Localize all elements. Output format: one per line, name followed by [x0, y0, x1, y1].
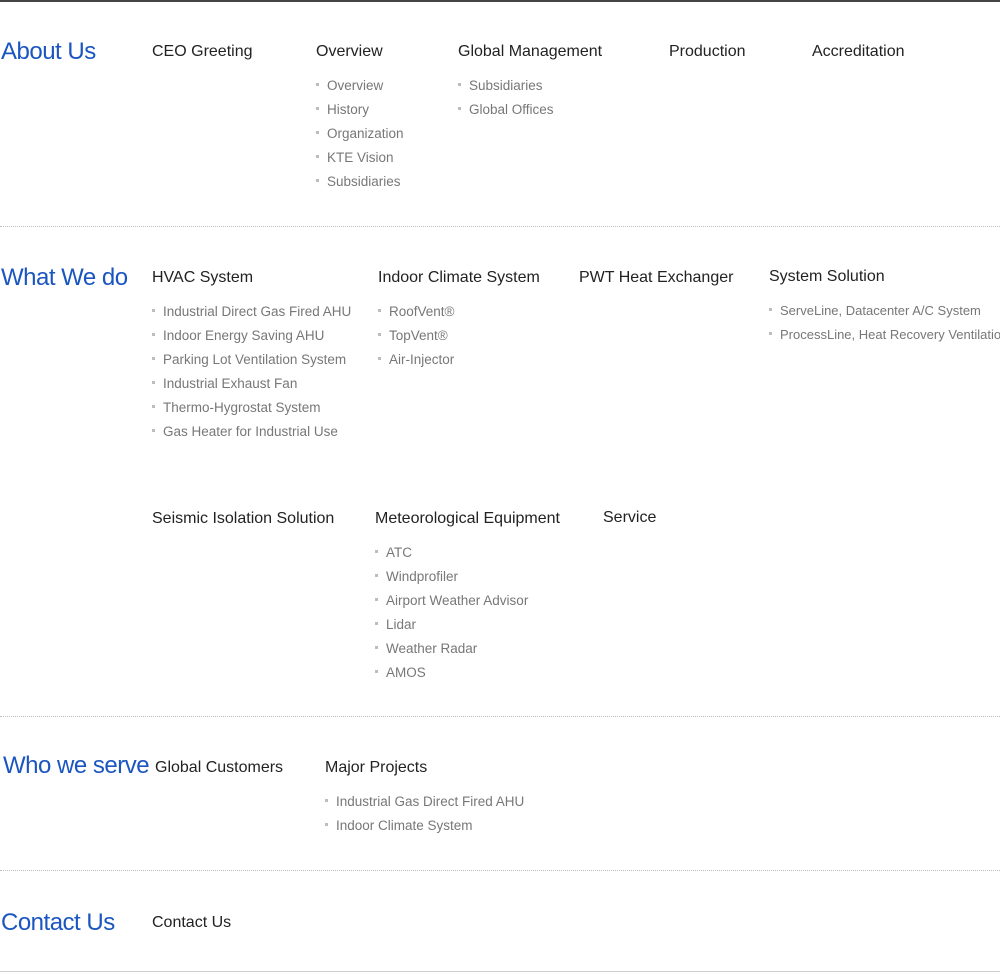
bullet-icon: [325, 823, 328, 826]
bullet-icon: [152, 381, 155, 384]
section-title-who-we-serve: Who we serve: [3, 752, 150, 779]
submenu-item-airport-weather-advisor[interactable]: Airport Weather Advisor: [375, 589, 560, 613]
submenu-item-lidar[interactable]: Lidar: [375, 613, 560, 637]
column-major-projects: Major Projects Industrial Gas Direct Fir…: [325, 758, 524, 838]
submenu-item-history[interactable]: History: [316, 98, 404, 122]
bullet-icon: [769, 332, 772, 335]
submenu-item-amos[interactable]: AMOS: [375, 661, 560, 685]
section-divider: [0, 716, 1000, 717]
nav-pwt-heat-exchanger[interactable]: PWT Heat Exchanger: [579, 268, 733, 288]
bullet-icon: [378, 309, 381, 312]
nav-production[interactable]: Production: [669, 42, 746, 62]
submenu-item-overview[interactable]: Overview: [316, 74, 404, 98]
bullet-icon: [458, 83, 461, 86]
nav-meteorological-equipment[interactable]: Meteorological Equipment: [375, 509, 560, 529]
section-title-what-we-do: What We do: [1, 264, 128, 291]
section-title-about-us: About Us: [1, 38, 96, 65]
nav-accreditation[interactable]: Accreditation: [812, 42, 905, 62]
bullet-icon: [375, 646, 378, 649]
overview-submenu: Overview History Organization KTE Vision…: [316, 74, 404, 194]
global-management-submenu: Subsidiaries Global Offices: [458, 74, 602, 122]
bullet-icon: [375, 598, 378, 601]
submenu-item-industrial-exhaust-fan[interactable]: Industrial Exhaust Fan: [152, 372, 351, 396]
submenu-item-kte-vision[interactable]: KTE Vision: [316, 146, 404, 170]
submenu-item-organization[interactable]: Organization: [316, 122, 404, 146]
bullet-icon: [316, 83, 319, 86]
column-pwt-heat-exchanger: PWT Heat Exchanger: [579, 268, 733, 288]
meteorological-submenu: ATC Windprofiler Airport Weather Advisor…: [375, 541, 560, 685]
nav-ceo-greeting[interactable]: CEO Greeting: [152, 42, 252, 62]
column-production: Production: [669, 42, 746, 62]
major-projects-submenu: Industrial Gas Direct Fired AHU Indoor C…: [325, 790, 524, 838]
bullet-icon: [152, 429, 155, 432]
column-global-customers: Global Customers: [155, 758, 283, 778]
nav-service[interactable]: Service: [603, 508, 656, 528]
nav-global-customers[interactable]: Global Customers: [155, 758, 283, 778]
submenu-item-topvent[interactable]: TopVent®: [378, 324, 540, 348]
nav-hvac-system[interactable]: HVAC System: [152, 268, 351, 288]
submenu-item-windprofiler[interactable]: Windprofiler: [375, 565, 560, 589]
bullet-icon: [325, 799, 328, 802]
submenu-item-air-injector[interactable]: Air-Injector: [378, 348, 540, 372]
bullet-icon: [316, 179, 319, 182]
submenu-item-gas-heater[interactable]: Gas Heater for Industrial Use: [152, 420, 351, 444]
column-seismic-isolation: Seismic Isolation Solution: [152, 509, 334, 529]
section-divider: [0, 870, 1000, 871]
bullet-icon: [152, 357, 155, 360]
submenu-item-subsidiaries[interactable]: Subsidiaries: [458, 74, 602, 98]
submenu-item-global-offices[interactable]: Global Offices: [458, 98, 602, 122]
bullet-icon: [316, 107, 319, 110]
bullet-icon: [152, 333, 155, 336]
bullet-icon: [316, 155, 319, 158]
column-global-management: Global Management Subsidiaries Global Of…: [458, 42, 602, 122]
column-contact-us: Contact Us: [152, 913, 231, 933]
submenu-item-weather-radar[interactable]: Weather Radar: [375, 637, 560, 661]
submenu-item-indoor-energy-saving-ahu[interactable]: Indoor Energy Saving AHU: [152, 324, 351, 348]
nav-major-projects[interactable]: Major Projects: [325, 758, 524, 778]
column-service: Service: [603, 508, 656, 528]
bullet-icon: [375, 670, 378, 673]
column-overview: Overview Overview History Organization K…: [316, 42, 404, 194]
submenu-item-parking-lot-ventilation[interactable]: Parking Lot Ventilation System: [152, 348, 351, 372]
nav-system-solution[interactable]: System Solution: [769, 267, 1000, 287]
hvac-submenu: Industrial Direct Gas Fired AHU Indoor E…: [152, 300, 351, 444]
nav-seismic-isolation-solution[interactable]: Seismic Isolation Solution: [152, 509, 334, 529]
bullet-icon: [375, 622, 378, 625]
bullet-icon: [375, 574, 378, 577]
column-meteorological-equipment: Meteorological Equipment ATC Windprofile…: [375, 509, 560, 685]
submenu-item-atc[interactable]: ATC: [375, 541, 560, 565]
bullet-icon: [152, 405, 155, 408]
bottom-border: [0, 971, 1000, 972]
submenu-item-roofvent[interactable]: RoofVent®: [378, 300, 540, 324]
indoor-climate-submenu: RoofVent® TopVent® Air-Injector: [378, 300, 540, 372]
submenu-item-industrial-gas-direct-fired-ahu[interactable]: Industrial Gas Direct Fired AHU: [325, 790, 524, 814]
section-divider: [0, 226, 1000, 227]
submenu-item-subsidiaries[interactable]: Subsidiaries: [316, 170, 404, 194]
column-ceo-greeting: CEO Greeting: [152, 42, 252, 62]
bullet-icon: [316, 131, 319, 134]
bullet-icon: [152, 309, 155, 312]
submenu-item-thermo-hygrostat[interactable]: Thermo-Hygrostat System: [152, 396, 351, 420]
column-hvac-system: HVAC System Industrial Direct Gas Fired …: [152, 268, 351, 444]
bullet-icon: [378, 333, 381, 336]
bullet-icon: [458, 107, 461, 110]
section-title-contact-us: Contact Us: [1, 909, 115, 936]
nav-contact-us[interactable]: Contact Us: [152, 913, 231, 933]
column-accreditation: Accreditation: [812, 42, 905, 62]
submenu-item-serveline[interactable]: ServeLine, Datacenter A/C System: [769, 299, 1000, 323]
nav-indoor-climate-system[interactable]: Indoor Climate System: [378, 268, 540, 288]
column-indoor-climate-system: Indoor Climate System RoofVent® TopVent®…: [378, 268, 540, 372]
submenu-item-processline[interactable]: ProcessLine, Heat Recovery Ventilation: [769, 323, 1000, 347]
bullet-icon: [769, 308, 772, 311]
submenu-item-industrial-direct-gas-fired-ahu[interactable]: Industrial Direct Gas Fired AHU: [152, 300, 351, 324]
bullet-icon: [375, 550, 378, 553]
column-system-solution: System Solution ServeLine, Datacenter A/…: [769, 267, 1000, 347]
top-border: [0, 0, 1000, 2]
submenu-item-indoor-climate-system[interactable]: Indoor Climate System: [325, 814, 524, 838]
nav-overview[interactable]: Overview: [316, 42, 404, 62]
system-solution-submenu: ServeLine, Datacenter A/C System Process…: [769, 299, 1000, 347]
nav-global-management[interactable]: Global Management: [458, 42, 602, 62]
bullet-icon: [378, 357, 381, 360]
